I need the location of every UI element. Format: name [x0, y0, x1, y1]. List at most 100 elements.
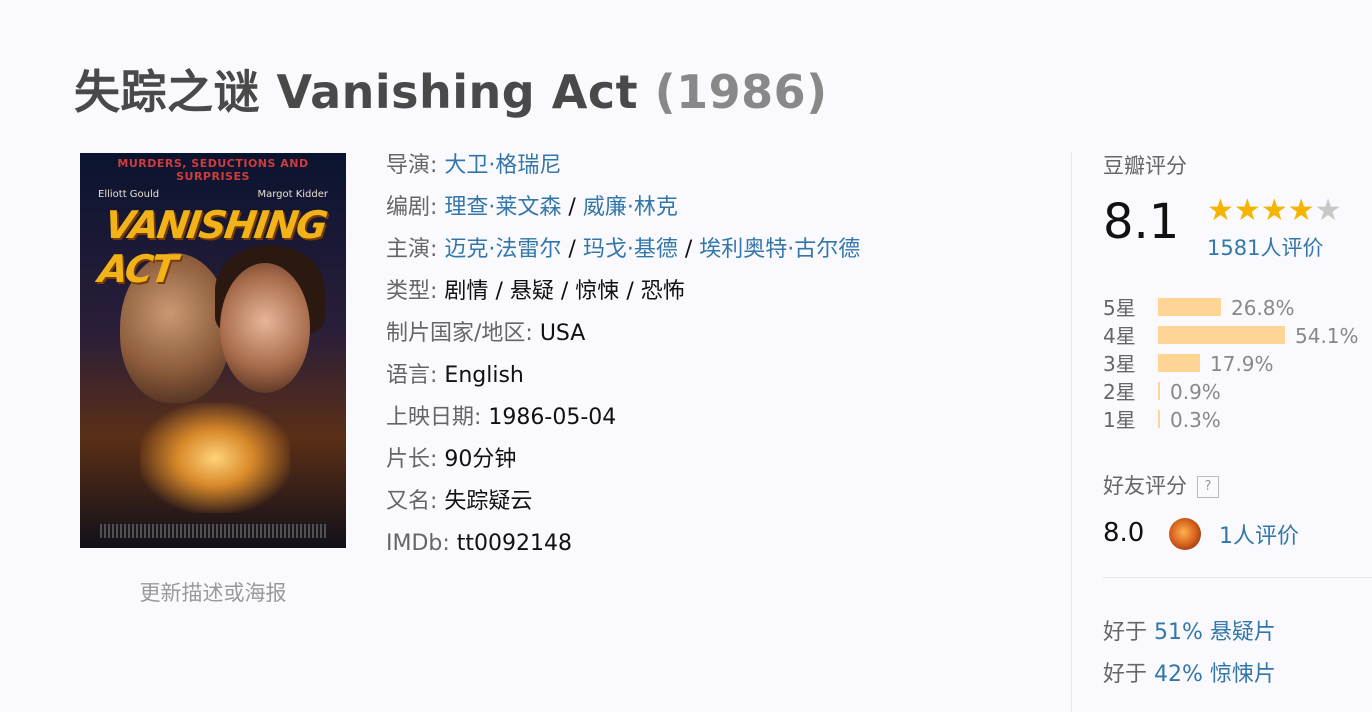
rating-dist-row: 3星 17.9%	[1103, 350, 1372, 378]
cast-link[interactable]: 迈克·法雷尔	[444, 237, 561, 262]
rating-dist-bar	[1158, 382, 1160, 400]
rating-header: 豆瓣评分	[1103, 154, 1187, 178]
rating-dist-bar	[1158, 410, 1160, 428]
friend-rating-header: 好友评分?	[1103, 470, 1219, 500]
info-writers: 编剧: 理查·莱文森 / 威廉·林克	[386, 192, 860, 234]
poster-glow	[140, 403, 290, 513]
friend-score: 8.0	[1103, 518, 1145, 548]
poster-actor-names: Elliott Gould Margot Kidder	[98, 189, 328, 200]
language-value: English	[444, 363, 524, 388]
rating-dist-percent: 0.9%	[1170, 380, 1221, 404]
title-english: Vanishing Act	[276, 65, 639, 119]
separator: /	[495, 279, 503, 304]
info-cast: 主演: 迈克·法雷尔 / 玛戈·基德 / 埃利奥特·古尔德	[386, 234, 860, 276]
rating-dist-bar	[1158, 354, 1200, 372]
rating-dist-row: 4星 54.1%	[1103, 322, 1372, 350]
better-than-row: 好于 42% 惊悚片	[1103, 656, 1276, 688]
separator: /	[626, 279, 634, 304]
rating-dist-percent: 54.1%	[1295, 324, 1359, 348]
poster-actor-right: Margot Kidder	[257, 189, 328, 200]
better-percent-link[interactable]: 51%	[1154, 620, 1203, 645]
poster-credits	[100, 524, 326, 538]
rating-distribution: 5星 26.8% 4星 54.1% 3星 17.9% 2星 0.9% 1星 0.3%	[1103, 294, 1372, 434]
title-chinese: 失踪之谜	[74, 65, 260, 119]
rating-dist-row: 1星 0.3%	[1103, 406, 1372, 434]
genre-value: 剧情	[444, 279, 489, 304]
aka-label: 又名:	[386, 489, 438, 514]
rating-count-link[interactable]: 1581人评价	[1207, 232, 1323, 262]
writer-link[interactable]: 威廉·林克	[583, 195, 678, 220]
rating-score: 8.1	[1103, 194, 1180, 250]
writer-link[interactable]: 理查·莱文森	[444, 195, 561, 220]
poster-actor-left: Elliott Gould	[98, 189, 160, 200]
separator: /	[560, 279, 569, 304]
info-language: 语言: English	[386, 360, 860, 402]
rating-dist-row: 5星 26.8%	[1103, 294, 1372, 322]
poster-tagline: MURDERS, SEDUCTIONS AND SURPRISES	[117, 157, 309, 183]
friend-avatar[interactable]	[1169, 518, 1201, 550]
writer-label: 编剧:	[386, 195, 438, 220]
rating-dist-percent: 26.8%	[1231, 296, 1295, 320]
rating-stars: ★ ★ ★ ★ ★	[1207, 194, 1342, 228]
director-label: 导演:	[386, 153, 438, 178]
genre-value: 恐怖	[640, 279, 685, 304]
star-icon: ★	[1207, 193, 1234, 228]
rating-dist-label: 2星	[1103, 380, 1136, 404]
poster-logo: VANISHING ACT	[95, 203, 329, 291]
star-icon: ★	[1260, 193, 1288, 228]
separator: /	[568, 237, 576, 262]
cast-link[interactable]: 埃利奥特·古尔德	[699, 237, 860, 262]
better-prefix: 好于	[1103, 662, 1148, 687]
info-aka: 又名: 失踪疑云	[386, 486, 860, 528]
separator: /	[684, 237, 693, 262]
info-release: 上映日期: 1986-05-04	[386, 402, 860, 444]
friend-header-label: 好友评分	[1103, 474, 1187, 498]
info-runtime: 片长: 90分钟	[386, 444, 860, 486]
cast-link[interactable]: 玛戈·基德	[583, 237, 678, 262]
imdb-label: IMDb:	[386, 531, 450, 556]
better-genre-link[interactable]: 悬疑片	[1210, 620, 1276, 645]
cast-label: 主演:	[386, 237, 438, 262]
rating-dist-row: 2星 0.9%	[1103, 378, 1372, 406]
star-icon: ★	[1314, 193, 1342, 228]
update-description-link[interactable]: 更新描述或海报	[80, 577, 346, 607]
imdb-value: tt0092148	[456, 531, 573, 556]
separator: /	[568, 195, 576, 220]
runtime-value: 90分钟	[444, 447, 517, 472]
genre-value: 悬疑	[509, 279, 554, 304]
star-icon: ★	[1233, 193, 1261, 228]
better-than-row: 好于 51% 悬疑片	[1103, 614, 1276, 646]
help-icon[interactable]: ?	[1197, 476, 1219, 498]
info-director: 导演: 大卫·格瑞尼	[386, 150, 860, 192]
title-year: (1986)	[654, 65, 828, 119]
vertical-divider	[1071, 152, 1072, 712]
movie-poster[interactable]: MURDERS, SEDUCTIONS AND SURPRISES Elliot…	[80, 153, 346, 548]
rating-dist-percent: 0.3%	[1170, 408, 1221, 432]
rating-dist-label: 1星	[1103, 408, 1136, 432]
better-prefix: 好于	[1103, 620, 1148, 645]
star-icon: ★	[1287, 193, 1315, 228]
horizontal-divider	[1103, 577, 1372, 578]
movie-info: 导演: 大卫·格瑞尼 编剧: 理查·莱文森 / 威廉·林克 主演: 迈克·法雷尔…	[386, 150, 860, 570]
better-genre-link[interactable]: 惊悚片	[1210, 662, 1276, 687]
info-country: 制片国家/地区: USA	[386, 318, 860, 360]
better-percent-link[interactable]: 42%	[1154, 662, 1203, 687]
genre-value: 惊悚	[575, 279, 620, 304]
rating-dist-bar	[1158, 298, 1221, 316]
info-genres: 类型: 剧情 / 悬疑 / 惊悚 / 恐怖	[386, 276, 860, 318]
country-label: 制片国家/地区:	[386, 321, 533, 346]
genre-label: 类型:	[386, 279, 438, 304]
rating-dist-bar	[1158, 326, 1285, 344]
friend-count-link[interactable]: 1人评价	[1219, 518, 1299, 550]
release-value: 1986-05-04	[488, 405, 617, 430]
language-label: 语言:	[386, 363, 438, 388]
rating-dist-label: 5星	[1103, 296, 1136, 320]
aka-value: 失踪疑云	[444, 489, 533, 514]
country-value: USA	[539, 321, 586, 346]
director-link[interactable]: 大卫·格瑞尼	[444, 153, 561, 178]
runtime-label: 片长:	[386, 447, 438, 472]
rating-dist-label: 3星	[1103, 352, 1136, 376]
rating-dist-percent: 17.9%	[1210, 352, 1274, 376]
movie-title: 失踪之谜 Vanishing Act (1986)	[74, 56, 828, 122]
rating-dist-label: 4星	[1103, 324, 1136, 348]
